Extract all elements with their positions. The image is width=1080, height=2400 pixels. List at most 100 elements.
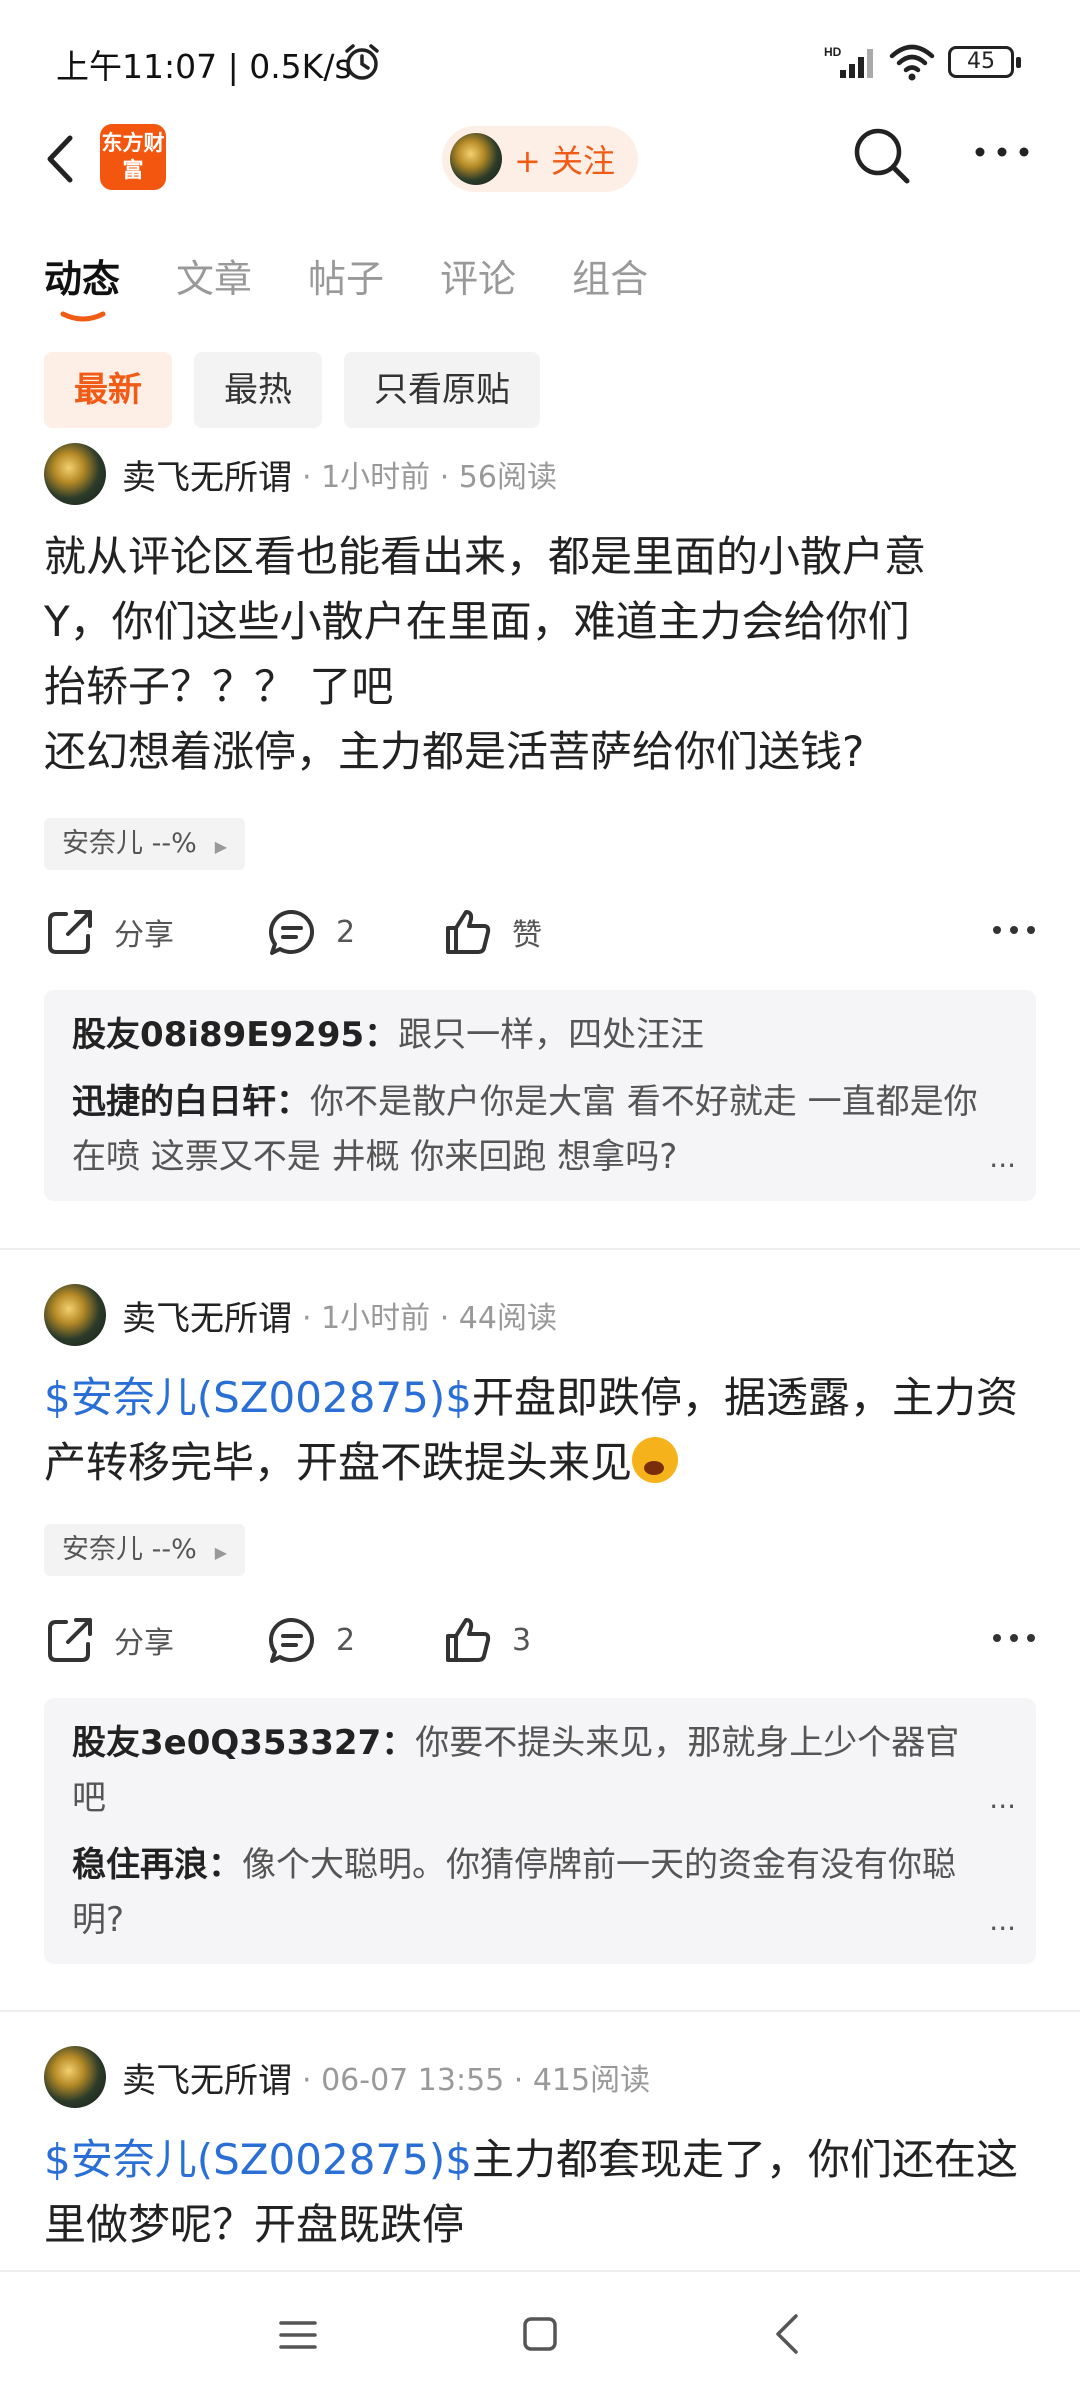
colon: ：: [381, 1723, 416, 1763]
expand-ellipsis[interactable]: ...: [989, 1130, 1016, 1185]
stock-tag-label: 安奈儿 --%: [62, 1534, 197, 1565]
post-text-line: 抬轿子？？？ 了吧: [44, 662, 394, 711]
tab-portfolio[interactable]: 组合: [572, 248, 648, 318]
expand-ellipsis[interactable]: ...: [989, 1893, 1016, 1948]
profile-tabs: 动态 文章 帖子 评论 组合: [44, 248, 704, 322]
caret-right-icon: ▶: [214, 837, 228, 856]
post-text-line: Y，你们这些小散户在里面，难道主力会给你们: [44, 597, 910, 646]
stock-link[interactable]: $安奈儿(SZ002875)$: [44, 1373, 472, 1422]
post-header: 卖飞无所谓 · 1小时前 · 44阅读: [44, 1283, 557, 1347]
tab-dynamic[interactable]: 动态: [44, 248, 121, 322]
menu-icon[interactable]: [278, 2318, 318, 2352]
post-meta: · 06-07 13:55 · 415阅读: [302, 2063, 651, 2098]
commenter-name: 股友08i89E9295: [72, 1015, 365, 1055]
comment-text: 跟只一样，四处汪汪: [398, 1015, 705, 1055]
filter-hottest[interactable]: 最热: [194, 352, 322, 428]
system-nav-bar: [0, 2270, 1080, 2400]
crying-emoji-icon: [632, 1437, 679, 1483]
avatar[interactable]: [44, 2046, 106, 2108]
like-count: 3: [512, 1622, 532, 1658]
more-options-icon[interactable]: [992, 924, 1036, 936]
thumbs-up-icon: [446, 1618, 491, 1662]
post-card[interactable]: 卖飞无所谓 · 06-07 13:55 · 415阅读 $安奈儿(SZ00287…: [0, 2045, 1080, 2270]
post-body[interactable]: $安奈儿(SZ002875)$主力都套现走了，你们还在这里做梦呢？开盘既跌停: [44, 2127, 1034, 2257]
divider: [0, 1248, 1080, 1250]
share-icon: [48, 1618, 92, 1662]
comment-count: 2: [336, 914, 356, 950]
comment-item[interactable]: 股友08i89E9295：跟只一样，四处汪汪: [72, 1008, 1008, 1063]
colon: ：: [276, 1082, 310, 1122]
post-card[interactable]: 卖飞无所谓 · 1小时前 · 56阅读 就从评论区看也能看出来，都是里面的小散户…: [0, 442, 1080, 1242]
home-square-icon[interactable]: [522, 2316, 558, 2352]
share-button[interactable]: 分享: [44, 1608, 174, 1672]
nav-back-icon[interactable]: [772, 2312, 802, 2356]
share-label: 分享: [114, 918, 174, 953]
post-meta: · 1小时前 · 56阅读: [302, 460, 557, 495]
search-icon[interactable]: [852, 126, 912, 186]
post-actions: 分享 2 赞: [44, 900, 1036, 964]
comment-preview[interactable]: 股友08i89E9295：跟只一样，四处汪汪 迅捷的白日轩：你不是散户你是大富 …: [44, 990, 1036, 1201]
caret-right-icon: ▶: [214, 1543, 228, 1562]
post-body[interactable]: 就从评论区看也能看出来，都是里面的小散户意 Y，你们这些小散户在里面，难道主力会…: [44, 524, 1034, 784]
like-button[interactable]: 3: [442, 1608, 531, 1672]
author-name[interactable]: 卖飞无所谓: [122, 2053, 292, 2102]
svg-text:HD: HD: [824, 45, 842, 59]
avatar: [450, 133, 502, 185]
comment-item[interactable]: 迅捷的白日轩：你不是散户你是大富 看不好就走 一直都是你在喷 这票又不是 井概 …: [72, 1075, 1016, 1185]
signal-icon: HD: [824, 45, 873, 78]
battery-indicator: 45: [948, 46, 1021, 78]
comment-count: 2: [336, 1622, 356, 1658]
like-label: 赞: [512, 918, 542, 953]
stock-link[interactable]: $安奈儿(SZ002875)$: [44, 2135, 472, 2184]
comment-button[interactable]: 2: [266, 900, 355, 964]
tab-label: 动态: [44, 257, 121, 301]
stock-tag-label: 安奈儿 --%: [62, 828, 197, 859]
comment-icon: [269, 909, 315, 955]
post-text-line: 就从评论区看也能看出来，都是里面的小散户意: [44, 532, 927, 581]
post-actions: 分享 2 3: [44, 1608, 1036, 1672]
avatar[interactable]: [44, 1284, 106, 1346]
stock-tag[interactable]: 安奈儿 --% ▶: [44, 1524, 246, 1576]
author-name[interactable]: 卖飞无所谓: [122, 450, 292, 499]
colon: ：: [364, 1015, 399, 1055]
follow-button[interactable]: + 关注: [442, 126, 638, 192]
back-icon[interactable]: [40, 124, 84, 194]
commenter-name: 股友3e0Q353327: [72, 1723, 382, 1763]
filter-chips: 最新 最热 只看原贴: [44, 352, 562, 428]
avatar[interactable]: [44, 443, 106, 505]
comment-preview[interactable]: 股友3e0Q353327：你要不提头来见，那就身上少个器官吧 ... 稳住再浪：…: [44, 1698, 1036, 1964]
like-button[interactable]: 赞: [442, 900, 542, 964]
more-options-icon[interactable]: [974, 144, 1030, 160]
status-time: 上午11:07 | 0.5K/s: [56, 47, 352, 86]
comment-icon: [269, 1617, 315, 1663]
wifi-icon: [889, 44, 935, 81]
share-label: 分享: [114, 1626, 174, 1661]
post-card[interactable]: 卖飞无所谓 · 1小时前 · 44阅读 $安奈儿(SZ002875)$开盘即跌停…: [0, 1283, 1080, 1983]
comment-button[interactable]: 2: [266, 1608, 355, 1672]
comment-item[interactable]: 股友3e0Q353327：你要不提头来见，那就身上少个器官吧 ...: [72, 1716, 1016, 1826]
more-options-icon[interactable]: [992, 1632, 1036, 1644]
alarm-icon: [345, 44, 379, 80]
filter-latest[interactable]: 最新: [44, 352, 172, 428]
comment-item[interactable]: 稳住再浪：像个大聪明。你猜停牌前一天的资金有没有你聪明? ...: [72, 1838, 1016, 1948]
expand-ellipsis[interactable]: ...: [989, 1771, 1016, 1826]
stock-tag[interactable]: 安奈儿 --% ▶: [44, 818, 246, 870]
status-bar: 上午11:07 | 0.5K/s HD 45: [0, 0, 1080, 120]
tab-comments[interactable]: 评论: [440, 248, 516, 318]
divider: [0, 2010, 1080, 2012]
follow-label: + 关注: [514, 142, 615, 180]
post-body[interactable]: $安奈儿(SZ002875)$开盘即跌停，据透露，主力资产转移完毕，开盘不跌提头…: [44, 1365, 1034, 1495]
commenter-name: 迅捷的白日轩: [72, 1082, 276, 1122]
tab-label: 帖子: [308, 257, 385, 301]
commenter-name: 稳住再浪: [72, 1845, 208, 1885]
filter-original-only[interactable]: 只看原贴: [344, 352, 540, 428]
author-name[interactable]: 卖飞无所谓: [122, 1291, 292, 1340]
colon: ：: [208, 1845, 242, 1885]
post-text-line: 还幻想着涨停，主力都是活菩萨给你们送钱?: [44, 727, 865, 776]
tab-articles[interactable]: 文章: [176, 248, 252, 318]
post-header: 卖飞无所谓 · 1小时前 · 56阅读: [44, 442, 557, 506]
share-button[interactable]: 分享: [44, 900, 174, 964]
tab-label: 评论: [440, 257, 517, 301]
share-icon: [48, 910, 92, 954]
tab-posts[interactable]: 帖子: [308, 248, 384, 318]
